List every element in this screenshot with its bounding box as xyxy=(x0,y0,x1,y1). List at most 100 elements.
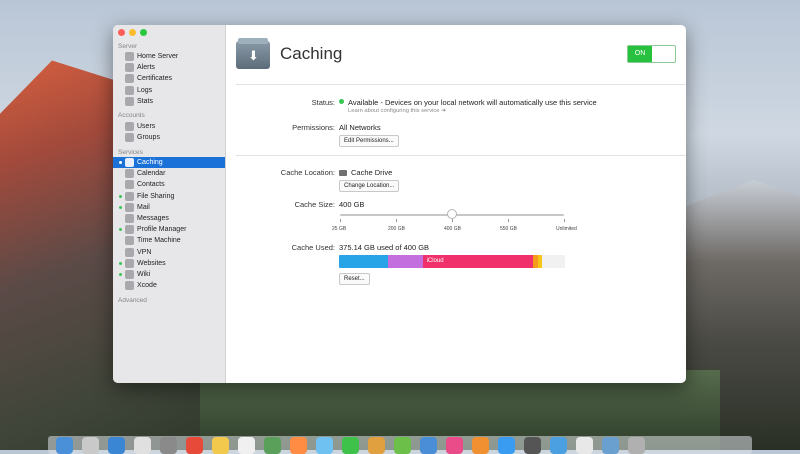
usage-segment xyxy=(537,255,542,268)
sidebar-item-groups[interactable]: Groups xyxy=(113,132,225,143)
sidebar-item-time-machine[interactable]: Time Machine xyxy=(113,235,225,246)
sidebar-item-label: Wiki xyxy=(137,271,151,278)
sidebar-item-websites[interactable]: Websites xyxy=(113,258,225,269)
dock-app-icon[interactable] xyxy=(368,436,385,454)
websites-icon xyxy=(125,258,134,268)
status-label: Status: xyxy=(311,98,335,107)
sidebar-item-alerts[interactable]: Alerts xyxy=(113,62,225,73)
sidebar-item-label: Calendar xyxy=(137,170,166,178)
sidebar-item-stats[interactable]: Stats xyxy=(113,96,225,107)
dock-app-icon[interactable] xyxy=(550,436,567,454)
slider-knob[interactable] xyxy=(447,209,457,219)
window-controls xyxy=(118,29,147,36)
sidebar-item-label: Certificates xyxy=(137,75,173,83)
slider-tick xyxy=(396,219,397,222)
dock-app-icon[interactable] xyxy=(134,436,151,454)
cache-size-value: 400 GB xyxy=(339,200,365,209)
cache-location-text: Cache Drive xyxy=(351,168,393,177)
cache-location-value: Cache Drive xyxy=(339,168,392,177)
dock-app-icon[interactable] xyxy=(82,436,99,454)
time-machine-icon xyxy=(125,236,134,246)
sidebar-item-users[interactable]: Users xyxy=(113,121,225,132)
sidebar-item-contacts[interactable]: Contacts xyxy=(113,179,225,190)
dock-app-icon[interactable] xyxy=(212,436,229,454)
sidebar-item-home-server[interactable]: Home Server xyxy=(113,51,225,62)
minimize-button[interactable] xyxy=(129,29,136,36)
dock-app-icon[interactable] xyxy=(56,436,73,454)
sidebar-item-certificates[interactable]: Certificates xyxy=(113,73,225,84)
slider-tick-label: Unlimited xyxy=(556,226,577,232)
sidebar-item-label: File Sharing xyxy=(137,192,175,200)
dock-app-icon[interactable] xyxy=(264,436,281,454)
service-status-dot xyxy=(119,228,122,232)
dock-app-icon[interactable] xyxy=(316,436,333,454)
sidebar-item-label: Websites xyxy=(137,259,166,267)
calendar-icon xyxy=(125,169,134,179)
caching-icon: ⬇ xyxy=(236,38,270,69)
learn-more-link[interactable]: Learn about configuring this service ➔ xyxy=(348,108,446,114)
status-value: Available - Devices on your local networ… xyxy=(348,98,597,107)
dock-app-icon[interactable] xyxy=(524,436,541,454)
sidebar-item-label: Home Server xyxy=(137,53,179,60)
alert-icon xyxy=(125,63,134,73)
drive-icon xyxy=(339,170,347,177)
dock-app-icon[interactable] xyxy=(420,436,437,454)
sidebar-item-label: Contacts xyxy=(137,181,165,189)
sidebar-item-caching[interactable]: Caching xyxy=(113,157,225,168)
dock-app-icon[interactable] xyxy=(602,436,619,454)
dock-app-icon[interactable] xyxy=(394,436,411,454)
section-accounts[interactable]: Accounts xyxy=(118,112,145,119)
dock-app-icon[interactable] xyxy=(446,436,463,454)
sidebar-item-xcode[interactable]: Xcode xyxy=(113,280,225,291)
contacts-icon xyxy=(125,180,134,190)
edit-permissions-button[interactable]: Edit Permissions... xyxy=(339,135,399,147)
change-location-button[interactable]: Change Location... xyxy=(339,180,400,192)
slider-tick-label: 400 GB xyxy=(444,226,461,232)
sidebar-item-vpn[interactable]: VPN xyxy=(113,247,225,258)
sidebar-item-wiki[interactable]: Wiki xyxy=(113,269,225,280)
sidebar-item-messages[interactable]: Messages xyxy=(113,213,225,224)
service-status-dot xyxy=(119,217,122,220)
zoom-button[interactable] xyxy=(140,29,147,36)
permissions-value: All Networks xyxy=(339,123,381,132)
dock-app-icon[interactable] xyxy=(498,436,515,454)
service-status-dot xyxy=(119,284,122,287)
section-advanced[interactable]: Advanced xyxy=(118,297,147,304)
sidebar-item-profile-manager[interactable]: Profile Manager xyxy=(113,224,225,235)
cache-used-label: Cache Used: xyxy=(291,243,335,252)
dock-app-icon[interactable] xyxy=(186,436,203,454)
dock-app-icon[interactable] xyxy=(160,436,177,454)
slider-tick xyxy=(340,219,341,222)
slider-tick-label: 200 GB xyxy=(388,226,405,232)
section-server[interactable]: Server xyxy=(118,43,137,50)
dock-app-icon[interactable] xyxy=(628,436,645,454)
close-button[interactable] xyxy=(118,29,125,36)
sidebar: Server Home Server Alerts Certificates Logs… xyxy=(113,25,226,383)
divider xyxy=(236,84,686,85)
certificate-icon xyxy=(125,74,134,84)
dock-app-icon[interactable] xyxy=(342,436,359,454)
cache-usage-bar: iCloud xyxy=(339,255,565,268)
sidebar-item-logs[interactable]: Logs xyxy=(113,85,225,96)
service-status-dot xyxy=(119,251,122,254)
server-app-window: Server Home Server Alerts Certificates Logs… xyxy=(113,25,686,383)
dock-app-icon[interactable] xyxy=(290,436,307,454)
service-status-dot xyxy=(119,172,122,175)
sidebar-item-calendar[interactable]: Calendar xyxy=(113,168,225,179)
dock-app-icon[interactable] xyxy=(108,436,125,454)
dock-app-icon[interactable] xyxy=(576,436,593,454)
reset-button[interactable]: Reset... xyxy=(339,273,370,285)
sidebar-item-file-sharing[interactable]: File Sharing xyxy=(113,191,225,202)
groups-icon xyxy=(125,133,134,143)
dock-app-icon[interactable] xyxy=(238,436,255,454)
section-services[interactable]: Services xyxy=(118,149,143,156)
service-status-dot xyxy=(119,100,122,103)
sidebar-item-mail[interactable]: Mail xyxy=(113,202,225,213)
dock-app-icon[interactable] xyxy=(472,436,489,454)
slider-tick xyxy=(564,219,565,222)
messages-icon xyxy=(125,214,134,223)
service-status-dot xyxy=(119,205,122,209)
slider-tick xyxy=(452,219,453,222)
service-status-dot xyxy=(119,136,122,139)
service-toggle[interactable]: ON xyxy=(627,45,676,63)
